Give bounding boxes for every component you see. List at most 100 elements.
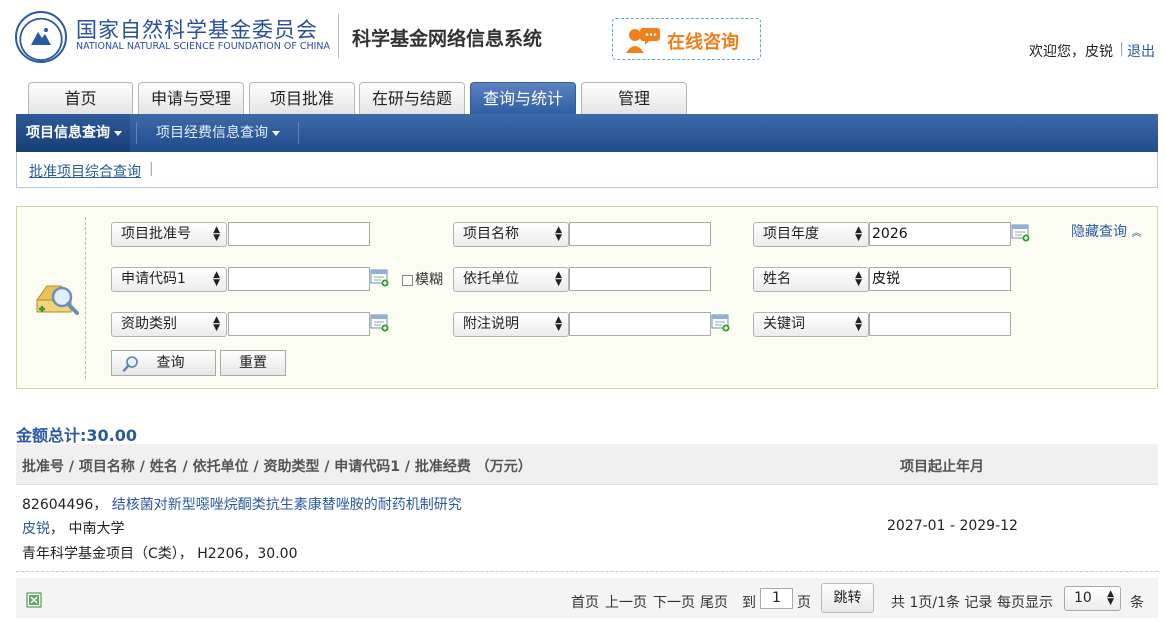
select-label: 项目名称 — [463, 226, 519, 242]
select-label: 资助类别 — [121, 316, 177, 332]
online-consult-button[interactable]: 在线咨询 — [612, 18, 761, 60]
query-button-label: 查询 — [156, 355, 185, 371]
field-select-institution[interactable]: 依托单位 ▲ ▼ — [453, 267, 569, 292]
pagination-bar: 首页 上一页 下一页 尾页 到 1 页 跳转 共 1页/1条 记录 每页显示 1… — [16, 578, 1158, 618]
subnav-divider — [136, 122, 137, 144]
field-select-keyword[interactable]: 关键词 ▲ ▼ — [753, 312, 869, 337]
field-select-project-year[interactable]: 项目年度 ▲ ▼ — [753, 222, 869, 247]
keyword-input[interactable] — [869, 312, 1011, 336]
select-arrows-icon: ▲ ▼ — [855, 315, 862, 333]
amount-total: 金额总计:30.00 — [16, 422, 137, 446]
field-select-apply-code[interactable]: 申请代码1 ▲ ▼ — [111, 267, 227, 292]
institution: 中南大学 — [68, 521, 125, 537]
approval-no: 82604496 — [22, 497, 94, 513]
subnav-funding-info-query[interactable]: 项目经费信息查询 — [156, 114, 280, 152]
apply-code-picker-icon[interactable] — [370, 269, 390, 287]
select-arrows-icon: ▲ ▼ — [555, 315, 562, 333]
chevron-down-icon — [272, 130, 280, 136]
subnav-funding-info-label: 项目经费信息查询 — [156, 125, 268, 141]
field-select-approval-no[interactable]: 项目批准号 ▲ ▼ — [111, 222, 227, 247]
select-label: 姓名 — [763, 271, 791, 287]
next-page-link[interactable]: 下一页 — [653, 592, 695, 612]
prev-page-link[interactable]: 上一页 — [605, 592, 647, 612]
logout-separator: | — [1119, 41, 1124, 57]
per-page-unit: 条 — [1130, 595, 1144, 611]
row-line-1: 82604496， 结核菌对新型噁唑烷酮类抗生素康替唑胺的耐药机制研究 — [22, 497, 462, 513]
approval-no-input[interactable] — [228, 222, 370, 246]
select-label: 附注说明 — [463, 316, 519, 332]
first-page-link[interactable]: 首页 — [571, 592, 599, 612]
page-number-input[interactable]: 1 — [760, 588, 793, 609]
per-page-label: 每页显示 — [997, 595, 1053, 611]
chevron-up-double-icon: ︽ — [1131, 228, 1142, 239]
last-page-link[interactable]: 尾页 — [700, 592, 728, 612]
fuzzy-checkbox-box[interactable] — [402, 274, 413, 286]
fuzzy-checkbox[interactable]: 模糊 — [402, 269, 443, 289]
breadcrumb-separator: | — [149, 161, 154, 177]
pi-name-link[interactable]: 皮锐 — [22, 521, 50, 537]
subnav-project-info-query[interactable]: 项目信息查询 — [16, 114, 130, 152]
breadcrumb: 批准项目综合查询 | — [16, 152, 1158, 188]
reset-button[interactable]: 重置 — [220, 350, 286, 376]
field-select-funding-category[interactable]: 资助类别 ▲ ▼ — [111, 312, 227, 337]
subnav-divider — [298, 122, 299, 144]
name-input[interactable]: 皮锐 — [869, 267, 1011, 291]
logout-link[interactable]: 退出 — [1127, 41, 1155, 61]
select-label: 项目年度 — [763, 226, 819, 242]
subnav-project-info-label: 项目信息查询 — [26, 125, 110, 141]
tab-query-statistics[interactable]: 查询与统计 — [470, 82, 576, 114]
hide-query-link[interactable]: 隐藏查询 ︽ — [1071, 221, 1141, 241]
note-input[interactable] — [569, 312, 711, 336]
welcome-text: 欢迎您，皮锐 — [1029, 44, 1113, 60]
select-arrows-icon: ▲ ▼ — [1107, 589, 1114, 607]
select-arrows-icon: ▲ ▼ — [213, 225, 220, 243]
approved-amount: 30.00 — [257, 546, 298, 562]
search-panel-icon — [36, 285, 79, 315]
per-page-select[interactable]: 10 ▲ ▼ — [1064, 586, 1121, 611]
table-row: 82604496， 结核菌对新型噁唑烷酮类抗生素康替唑胺的耐药机制研究 皮锐， … — [16, 486, 1158, 572]
page-header: 国家自然科学基金委员会 NATIONAL NATURAL SCIENCE FOU… — [0, 0, 1165, 80]
breadcrumb-approved-project-query[interactable]: 批准项目综合查询 — [29, 161, 141, 181]
select-arrows-icon: ▲ ▼ — [555, 225, 562, 243]
excel-export-icon[interactable] — [26, 592, 42, 608]
tab-management[interactable]: 管理 — [581, 82, 687, 114]
org-name-cn: 国家自然科学基金委员会 — [76, 18, 318, 42]
apply-code: H2206 — [197, 546, 244, 562]
header-divider — [338, 14, 339, 58]
tab-application[interactable]: 申请与受理 — [138, 82, 244, 114]
system-name: 科学基金网络信息系统 — [352, 28, 543, 50]
consult-person-icon — [626, 28, 660, 53]
per-page-value: 10 — [1074, 590, 1092, 606]
note-picker-icon[interactable] — [711, 314, 731, 332]
chevron-down-icon — [114, 130, 122, 136]
panel-divider — [85, 217, 86, 379]
field-select-note[interactable]: 附注说明 ▲ ▼ — [453, 312, 569, 337]
tab-ongoing[interactable]: 在研与结题 — [359, 82, 465, 114]
search-panel: 项目批准号 ▲ ▼ 项目名称 ▲ ▼ 项目年度 ▲ ▼ 2026 隐藏查询 ︽ 申请代码1 ▲… — [16, 206, 1158, 389]
project-period: 2027-01 - 2029-12 — [887, 518, 1018, 534]
select-label: 关键词 — [763, 316, 805, 332]
project-name-input[interactable] — [569, 222, 711, 246]
jump-button[interactable]: 跳转 — [821, 583, 874, 613]
sub-nav: 项目信息查询 项目经费信息查询 — [16, 114, 1158, 152]
tab-home[interactable]: 首页 — [28, 82, 133, 114]
apply-code-input[interactable] — [228, 267, 370, 291]
project-title-link[interactable]: 结核菌对新型噁唑烷酮类抗生素康替唑胺的耐药机制研究 — [112, 497, 462, 513]
institution-input[interactable] — [569, 267, 711, 291]
field-select-project-name[interactable]: 项目名称 ▲ ▼ — [453, 222, 569, 247]
nsfc-logo — [15, 11, 67, 63]
org-name-en: NATIONAL NATURAL SCIENCE FOUNDATION OF C… — [76, 41, 331, 52]
page-suffix: 页 — [797, 595, 811, 611]
funding-type: 青年科学基金项目（C类） — [22, 546, 179, 562]
row-line-3: 青年科学基金项目（C类）， H2206，30.00 — [22, 546, 298, 562]
select-arrows-icon: ▲ ▼ — [213, 315, 220, 333]
funding-category-picker-icon[interactable] — [370, 314, 390, 332]
year-picker-icon[interactable] — [1011, 224, 1031, 242]
row-line-2: 皮锐， 中南大学 — [22, 521, 125, 537]
funding-category-input[interactable] — [228, 312, 370, 336]
query-button[interactable]: 查询 — [111, 350, 216, 376]
field-select-name[interactable]: 姓名 ▲ ▼ — [753, 267, 869, 292]
project-year-input[interactable]: 2026 — [869, 222, 1011, 246]
search-icon — [122, 356, 138, 372]
tab-approval[interactable]: 项目批准 — [249, 82, 355, 114]
